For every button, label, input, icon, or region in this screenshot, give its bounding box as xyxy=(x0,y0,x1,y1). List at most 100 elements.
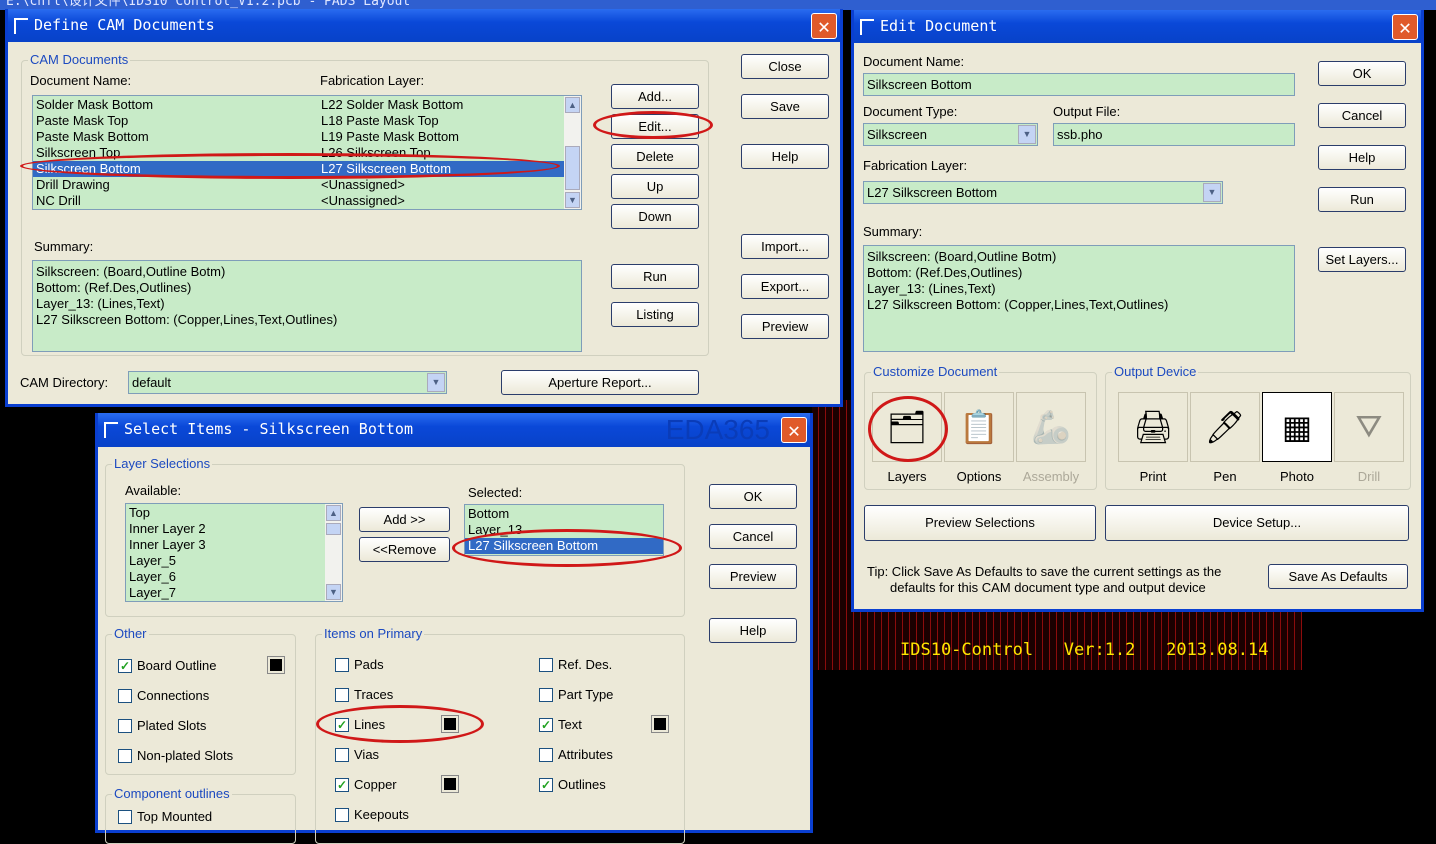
checkbox[interactable] xyxy=(539,747,553,762)
color-swatch[interactable] xyxy=(651,715,669,733)
cam-document-row[interactable]: Drill Drawing <Unassigned> xyxy=(33,177,581,193)
chevron-down-icon[interactable]: ▼ xyxy=(1203,183,1221,202)
checkbox-board-outline[interactable]: ✓ Board Outline xyxy=(118,658,217,673)
checkbox-part-type[interactable]: Part Type xyxy=(539,687,613,702)
scrollbar[interactable]: ▲ ▼ xyxy=(325,504,342,601)
fabrication-layer-select[interactable]: L27 Silkscreen Bottom ▼ xyxy=(863,181,1223,204)
pen-plotter-tile[interactable]: 🖊 xyxy=(1190,392,1260,462)
run-button[interactable]: Run xyxy=(1318,187,1406,212)
checkbox[interactable]: ✓ xyxy=(335,777,349,792)
fabrication-layer: L22 Solder Mask Bottom xyxy=(321,97,464,112)
checkbox-label: Copper xyxy=(354,777,397,792)
checkbox[interactable] xyxy=(118,688,132,703)
checkbox-pads[interactable]: Pads xyxy=(335,657,384,672)
assembly-tile[interactable]: 🦾 xyxy=(1016,392,1086,462)
checkbox-label: Pads xyxy=(354,657,384,672)
available-layer[interactable]: Layer_5 xyxy=(126,553,342,569)
document-type-select[interactable]: Silkscreen ▼ xyxy=(863,123,1038,146)
save-button[interactable]: Save xyxy=(741,94,829,119)
checkbox-top-mounted[interactable]: Top Mounted xyxy=(118,809,212,824)
cam-document-row[interactable]: Paste Mask Top L18 Paste Mask Top xyxy=(33,113,581,129)
checkbox-text[interactable]: ✓ Text xyxy=(539,717,582,732)
available-layer[interactable]: Layer_7 xyxy=(126,585,342,601)
checkbox[interactable] xyxy=(335,687,349,702)
help-button[interactable]: Help xyxy=(1318,145,1406,170)
color-swatch[interactable] xyxy=(267,656,285,674)
available-layer[interactable]: Inner Layer 3 xyxy=(126,537,342,553)
down-button[interactable]: Down xyxy=(611,204,699,229)
output-file-input[interactable]: ssb.pho xyxy=(1053,123,1295,146)
checkbox-outlines[interactable]: ✓ Outlines xyxy=(539,777,606,792)
aperture-report-button[interactable]: Aperture Report... xyxy=(501,370,699,395)
preview-selections-button[interactable]: Preview Selections xyxy=(864,505,1096,541)
remove-layer-button[interactable]: <<Remove xyxy=(359,537,450,562)
available-layer[interactable]: Top xyxy=(126,505,342,521)
cam-document-row[interactable]: Solder Mask Bottom L22 Solder Mask Bottom xyxy=(33,97,581,113)
checkbox[interactable] xyxy=(539,687,553,702)
scrollbar[interactable]: ▲ ▼ xyxy=(564,96,581,209)
available-label: Available: xyxy=(125,483,182,498)
cancel-button[interactable]: Cancel xyxy=(1318,103,1406,128)
document-name-input[interactable]: Silkscreen Bottom xyxy=(863,73,1295,96)
import-button[interactable]: Import... xyxy=(741,234,829,259)
printer-tile[interactable]: 🖨 xyxy=(1118,392,1188,462)
listing-button[interactable]: Listing xyxy=(611,302,699,327)
save-as-defaults-button[interactable]: Save As Defaults xyxy=(1268,564,1408,589)
selected-layer[interactable]: Bottom xyxy=(465,506,663,522)
cam-directory-select[interactable]: default ▼ xyxy=(128,371,447,394)
options-tile[interactable]: 📋 xyxy=(944,392,1014,462)
checkbox[interactable]: ✓ xyxy=(118,658,132,673)
checkbox[interactable] xyxy=(335,807,349,822)
close-icon[interactable]: ✕ xyxy=(811,13,837,39)
checkbox[interactable] xyxy=(118,718,132,733)
annotation-ellipse xyxy=(868,396,948,462)
add-layer-button[interactable]: Add >> xyxy=(359,507,450,532)
checkbox[interactable] xyxy=(335,747,349,762)
checkbox-traces[interactable]: Traces xyxy=(335,687,393,702)
checkbox[interactable] xyxy=(118,748,132,763)
chevron-down-icon[interactable]: ▼ xyxy=(427,373,445,392)
preview-button[interactable]: Preview xyxy=(709,564,797,589)
checkbox-keepouts[interactable]: Keepouts xyxy=(335,807,409,822)
available-layer[interactable]: Layer_6 xyxy=(126,569,342,585)
photo-plotter-tile[interactable]: ▦ xyxy=(1262,392,1332,462)
checkbox[interactable]: ✓ xyxy=(539,717,553,732)
up-button[interactable]: Up xyxy=(611,174,699,199)
cam-document-row[interactable]: NC Drill <Unassigned> xyxy=(33,193,581,209)
tile-label: Layers xyxy=(887,469,927,484)
preview-button[interactable]: Preview xyxy=(741,314,829,339)
close-icon[interactable]: ✕ xyxy=(781,417,807,443)
checkbox-copper[interactable]: ✓ Copper xyxy=(335,777,397,792)
checkbox-connections[interactable]: Connections xyxy=(118,688,209,703)
checkbox[interactable] xyxy=(539,657,553,672)
chevron-down-icon[interactable]: ▼ xyxy=(1018,125,1036,144)
close-icon[interactable]: ✕ xyxy=(1392,14,1418,40)
close-button[interactable]: Close xyxy=(741,54,829,79)
checkbox-vias[interactable]: Vias xyxy=(335,747,379,762)
cam-document-row[interactable]: Paste Mask Bottom L19 Paste Mask Bottom xyxy=(33,129,581,145)
export-button[interactable]: Export... xyxy=(741,274,829,299)
available-layer[interactable]: Inner Layer 2 xyxy=(126,521,342,537)
drill-tile[interactable]: ⛛ xyxy=(1334,392,1404,462)
checkbox-non-plated-slots[interactable]: Non-plated Slots xyxy=(118,748,233,763)
checkbox[interactable]: ✓ xyxy=(539,777,553,792)
ok-button[interactable]: OK xyxy=(1318,61,1406,86)
checkbox-plated-slots[interactable]: Plated Slots xyxy=(118,718,206,733)
set-layers-button[interactable]: Set Layers... xyxy=(1318,247,1406,272)
ok-button[interactable]: OK xyxy=(709,484,797,509)
color-swatch[interactable] xyxy=(441,775,459,793)
help-button[interactable]: Help xyxy=(709,618,797,643)
device-setup-button[interactable]: Device Setup... xyxy=(1105,505,1409,541)
run-button[interactable]: Run xyxy=(611,264,699,289)
delete-button[interactable]: Delete xyxy=(611,144,699,169)
add-button[interactable]: Add... xyxy=(611,84,699,109)
available-list[interactable]: Top Inner Layer 2 Inner Layer 3 Layer_5 Laye… xyxy=(125,503,343,602)
checkbox[interactable] xyxy=(118,809,132,824)
checkbox[interactable] xyxy=(335,657,349,672)
cancel-button[interactable]: Cancel xyxy=(709,524,797,549)
checkbox-ref-des-[interactable]: Ref. Des. xyxy=(539,657,612,672)
checkbox-attributes[interactable]: Attributes xyxy=(539,747,613,762)
summary-line: Bottom: (Ref.Des,Outlines) xyxy=(36,280,192,295)
group-label: CAM Documents xyxy=(28,52,131,67)
help-button[interactable]: Help xyxy=(741,144,829,169)
